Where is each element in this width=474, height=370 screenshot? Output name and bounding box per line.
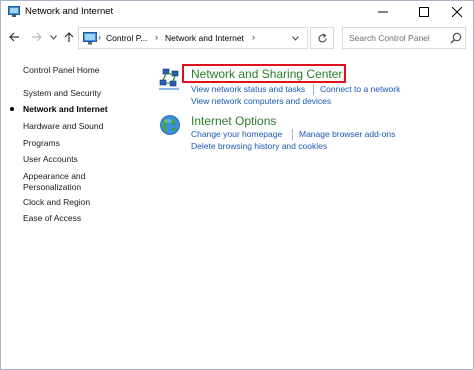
close-icon	[452, 7, 462, 17]
refresh-icon	[317, 33, 327, 42]
up-button[interactable]	[61, 29, 77, 45]
address-dropdown-button[interactable]	[290, 31, 300, 47]
sidebar-item-user-accounts[interactable]: User Accounts	[23, 154, 78, 165]
maximize-button[interactable]	[409, 1, 439, 23]
control-panel-icon	[83, 32, 97, 45]
sidebar-item-hardware-and-sound[interactable]: Hardware and Sound	[23, 121, 103, 132]
sidebar-item-ease-of-access[interactable]: Ease of Access	[23, 213, 81, 224]
minimize-button[interactable]	[368, 1, 398, 23]
link-separator	[292, 129, 293, 140]
change-homepage-link[interactable]: Change your homepage	[191, 129, 282, 139]
link-separator	[313, 84, 314, 95]
chevron-down-icon	[49, 34, 57, 40]
control-panel-icon	[8, 6, 20, 17]
close-button[interactable]	[442, 1, 472, 23]
sidebar-item-network-and-internet[interactable]: Network and Internet	[23, 104, 108, 115]
sidebar-item-appearance-and[interactable]: Appearance and	[23, 171, 85, 182]
breadcrumb-separator-icon[interactable]: ›	[98, 32, 101, 42]
sidebar-item-clock-and-region[interactable]: Clock and Region	[23, 197, 90, 208]
breadcrumb-control-panel[interactable]: Control P...	[106, 33, 147, 43]
window-title: Network and Internet	[25, 6, 114, 17]
control-panel-window: Network and Internet › Control P... › Ne…	[0, 0, 474, 370]
title-bar[interactable]: Network and Internet	[1, 1, 473, 23]
breadcrumb-separator-icon[interactable]: ›	[155, 32, 158, 42]
current-page-bullet-icon	[10, 107, 14, 111]
address-bar[interactable]: › Control P... › Network and Internet ›	[78, 27, 308, 49]
manage-browser-addons-link[interactable]: Manage browser add-ons	[299, 129, 395, 139]
sidebar-item-personalization[interactable]: Personalization	[23, 182, 81, 193]
internet-options-heading[interactable]: Internet Options	[191, 114, 276, 128]
breadcrumb-network-and-internet[interactable]: Network and Internet	[165, 33, 244, 43]
sidebar-item-control-panel-home[interactable]: Control Panel Home	[23, 65, 100, 76]
refresh-button[interactable]	[310, 27, 334, 49]
internet-globe-icon[interactable]	[159, 114, 181, 138]
chevron-down-icon	[291, 36, 299, 41]
connect-to-network-link[interactable]: Connect to a network	[320, 84, 400, 94]
back-arrow-icon	[8, 32, 19, 42]
search-box[interactable]: Search Control Panel	[342, 27, 466, 49]
sidebar-item-system-and-security[interactable]: System and Security	[23, 88, 101, 99]
search-input[interactable]: Search Control Panel	[349, 33, 430, 43]
breadcrumb-separator-icon[interactable]: ›	[252, 32, 255, 42]
highlight-box	[182, 64, 346, 83]
minimize-icon	[378, 11, 388, 13]
recent-locations-button[interactable]	[47, 29, 59, 45]
up-arrow-icon	[64, 31, 74, 42]
view-network-computers-link[interactable]: View network computers and devices	[191, 96, 331, 106]
navigation-bar: › Control P... › Network and Internet › …	[1, 25, 473, 51]
maximize-icon	[419, 7, 429, 17]
view-network-status-link[interactable]: View network status and tasks	[191, 84, 305, 94]
delete-browsing-history-link[interactable]: Delete browsing history and cookies	[191, 141, 327, 151]
network-sharing-icon[interactable]	[159, 67, 181, 93]
back-button[interactable]	[6, 29, 22, 45]
sidebar-item-programs[interactable]: Programs	[23, 138, 60, 149]
search-icon[interactable]	[450, 32, 462, 44]
forward-arrow-icon	[31, 32, 42, 42]
forward-button[interactable]	[28, 29, 44, 45]
